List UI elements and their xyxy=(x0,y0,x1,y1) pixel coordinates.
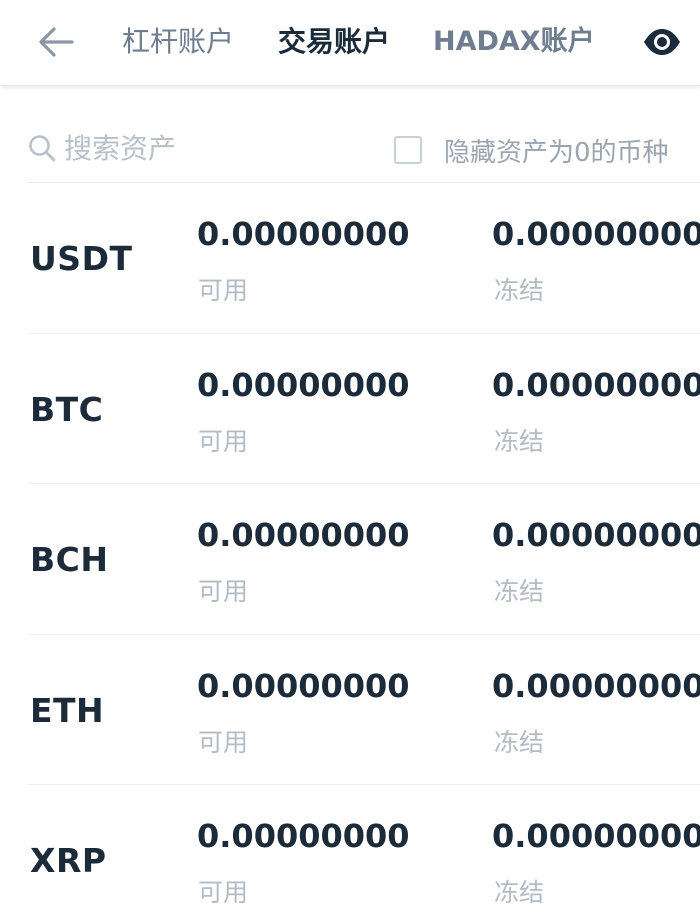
hide-zero-balance-toggle[interactable]: 隐藏资产为0的币种 xyxy=(394,128,669,172)
back-arrow-icon xyxy=(39,27,74,57)
asset-row-usdt[interactable]: USDT 0.00000000 0.00000000 可用 冻结 xyxy=(0,183,700,334)
available-label: 可用 xyxy=(198,727,249,757)
asset-row-btc[interactable]: BTC 0.00000000 0.00000000 可用 冻结 xyxy=(0,334,700,484)
available-amount: 0.00000000 xyxy=(197,817,410,855)
asset-row-xrp[interactable]: XRP 0.00000000 0.00000000 可用 冻结 xyxy=(0,785,700,920)
top-nav-bar: 杠杆账户 交易账户 HADAX账户 xyxy=(0,0,700,86)
asset-list: USDT 0.00000000 0.00000000 可用 冻结 BTC 0.0… xyxy=(0,183,700,920)
available-label: 可用 xyxy=(198,577,249,606)
frozen-amount: 0.00000000 xyxy=(492,817,700,855)
available-amount: 0.00000000 xyxy=(197,365,410,404)
search-icon xyxy=(29,135,56,162)
available-amount: 0.00000000 xyxy=(197,666,410,705)
frozen-amount: 0.00000000 xyxy=(492,516,700,554)
asset-row-bch[interactable]: BCH 0.00000000 0.00000000 可用 冻结 xyxy=(0,484,700,635)
frozen-label: 冻结 xyxy=(494,276,545,305)
coin-name: XRP xyxy=(30,841,107,880)
search-input[interactable] xyxy=(64,131,324,165)
app-root: 杠杆账户 交易账户 HADAX账户 隐藏资产为0的币种 USDT xyxy=(0,0,700,920)
frozen-amount: 0.00000000 xyxy=(492,215,700,253)
hide-zero-label: 隐藏资产为0的币种 xyxy=(444,137,669,168)
frozen-label: 冻结 xyxy=(494,878,545,907)
eye-icon xyxy=(644,29,680,55)
available-amount: 0.00000000 xyxy=(197,215,410,253)
search-filter-row: 隐藏资产为0的币种 xyxy=(28,118,700,178)
coin-name: BCH xyxy=(30,540,109,579)
tab-hadax-account[interactable]: HADAX账户 xyxy=(433,22,595,62)
tab-margin-account[interactable]: 杠杆账户 xyxy=(122,22,234,62)
frozen-label: 冻结 xyxy=(494,727,545,757)
frozen-label: 冻结 xyxy=(494,426,545,456)
coin-name: USDT xyxy=(30,239,133,278)
frozen-amount: 0.00000000 xyxy=(492,666,700,705)
frozen-amount: 0.00000000 xyxy=(492,365,700,404)
coin-name: ETH xyxy=(30,690,105,730)
tab-trade-account[interactable]: 交易账户 xyxy=(278,22,390,62)
available-label: 可用 xyxy=(198,426,249,456)
coin-name: BTC xyxy=(30,389,104,429)
frozen-label: 冻结 xyxy=(494,577,545,606)
asset-row-eth[interactable]: ETH 0.00000000 0.00000000 可用 冻结 xyxy=(0,635,700,785)
back-button[interactable] xyxy=(34,22,78,62)
available-label: 可用 xyxy=(198,878,249,907)
search-box[interactable] xyxy=(28,126,358,170)
hide-zero-checkbox[interactable] xyxy=(394,136,422,164)
toggle-visibility-button[interactable] xyxy=(638,22,686,62)
available-amount: 0.00000000 xyxy=(197,516,410,554)
available-label: 可用 xyxy=(198,276,249,305)
